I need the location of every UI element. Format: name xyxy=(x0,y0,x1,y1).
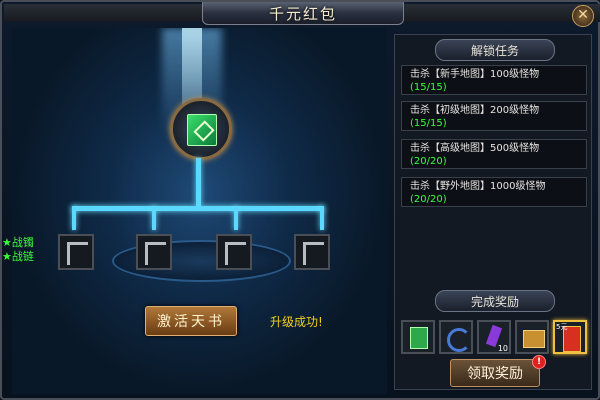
tree-stem xyxy=(196,158,201,206)
tree-drop-2 xyxy=(152,206,156,230)
reward-tag: 5元 xyxy=(556,323,568,331)
heavenly-book-icon xyxy=(187,114,217,146)
gold-chest-icon[interactable] xyxy=(515,320,549,354)
rune-glyph-icon xyxy=(303,242,324,265)
task-item: 击杀【初级地图】200级怪物 (15/15) xyxy=(401,101,587,131)
rune-slot-1[interactable] xyxy=(58,234,94,270)
unlock-tasks-header: 解锁任务 xyxy=(435,39,555,61)
attribute-item: ★战镯 xyxy=(2,236,34,249)
alert-badge-icon: ! xyxy=(532,355,546,369)
rune-slot-4[interactable] xyxy=(294,234,330,270)
reward-count: 10 xyxy=(497,344,508,353)
tree-drop-3 xyxy=(234,206,238,230)
task-progress: (20/20) xyxy=(410,194,447,205)
window-title: 千元红包 xyxy=(268,4,337,23)
rune-slot-3[interactable] xyxy=(216,234,252,270)
heavenly-book-medallion[interactable] xyxy=(170,98,232,160)
title-bar: 千元红包 xyxy=(202,2,404,25)
rune-glyph-icon xyxy=(225,242,246,265)
game-window: 千元红包 ✕ 激活天书 升级成功! ★战镯 ★战链 解锁任务 击杀【新手地图】1… xyxy=(0,0,600,400)
rewards-header: 完成奖励 xyxy=(435,290,555,312)
claim-reward-button[interactable]: 领取奖励 xyxy=(450,359,540,387)
blue-crescent-icon[interactable] xyxy=(439,320,473,354)
rune-glyph-icon xyxy=(67,242,88,265)
task-item: 击杀【野外地图】1000级怪物 (20/20) xyxy=(401,177,587,207)
task-text: 击杀【高级地图】500级怪物 xyxy=(410,143,540,154)
task-item: 击杀【新手地图】100级怪物 (15/15) xyxy=(401,65,587,95)
task-text: 击杀【新手地图】100级怪物 xyxy=(410,69,540,80)
red-envelope-icon[interactable]: 5元 xyxy=(553,320,587,354)
green-book-icon[interactable] xyxy=(401,320,435,354)
tree-drop-4 xyxy=(320,206,324,230)
tree-branch xyxy=(72,206,324,211)
task-item: 击杀【高级地图】500级怪物 (20/20) xyxy=(401,139,587,169)
task-panel: 解锁任务 击杀【新手地图】100级怪物 (15/15) 击杀【初级地图】200级… xyxy=(394,34,592,390)
rune-glyph-icon xyxy=(145,242,166,265)
task-text: 击杀【野外地图】1000级怪物 xyxy=(410,181,546,192)
task-progress: (20/20) xyxy=(410,156,447,167)
task-text: 击杀【初级地图】200级怪物 xyxy=(410,105,540,116)
activate-book-button[interactable]: 激活天书 xyxy=(145,306,237,336)
task-progress: (15/15) xyxy=(410,118,447,129)
close-button[interactable]: ✕ xyxy=(572,5,594,27)
skill-tree-panel: 激活天书 升级成功! xyxy=(12,28,387,394)
attribute-item: ★战链 xyxy=(2,250,34,263)
attribute-list: ★战镯 ★战链 xyxy=(2,236,34,264)
purple-crystal-icon[interactable]: 10 xyxy=(477,320,511,354)
tree-drop-1 xyxy=(72,206,76,230)
upgrade-message: 升级成功! xyxy=(270,315,323,329)
task-progress: (15/15) xyxy=(410,82,447,93)
rune-slot-2[interactable] xyxy=(136,234,172,270)
